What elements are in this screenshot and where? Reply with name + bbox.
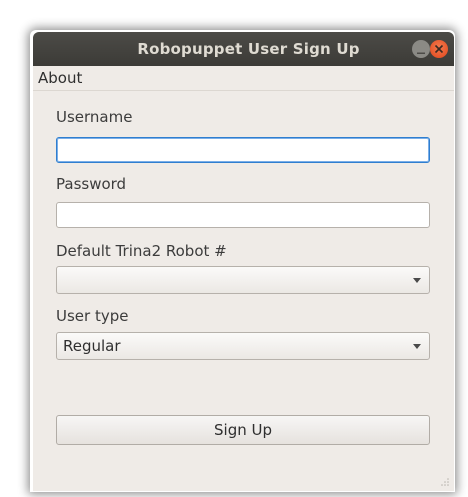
window-title: Robopuppet User Sign Up xyxy=(137,40,360,58)
robot-label: Default Trina2 Robot # xyxy=(56,242,227,260)
password-label: Password xyxy=(56,175,127,193)
minimize-icon xyxy=(417,52,425,54)
minimize-button[interactable] xyxy=(412,40,430,58)
title-bar[interactable]: Robopuppet User Sign Up xyxy=(33,32,454,66)
desktop-background: Robopuppet User Sign Up About Username P… xyxy=(0,0,468,497)
menu-item-about[interactable]: About xyxy=(33,66,87,90)
user-type-select[interactable]: Regular xyxy=(56,332,430,360)
robot-select[interactable] xyxy=(56,266,430,294)
close-icon xyxy=(434,44,444,54)
chevron-down-icon xyxy=(413,278,421,283)
username-label: Username xyxy=(56,108,133,126)
user-type-select-value: Regular xyxy=(63,337,121,355)
signup-window: Robopuppet User Sign Up About Username P… xyxy=(33,32,454,491)
chevron-down-icon xyxy=(413,344,421,349)
username-input[interactable] xyxy=(56,137,430,163)
resize-grip-icon[interactable] xyxy=(440,477,450,487)
password-input[interactable] xyxy=(56,202,430,228)
sign-up-button[interactable]: Sign Up xyxy=(56,415,430,445)
user-type-label: User type xyxy=(56,307,129,325)
menu-bar: About xyxy=(33,66,454,91)
close-button[interactable] xyxy=(430,40,448,58)
